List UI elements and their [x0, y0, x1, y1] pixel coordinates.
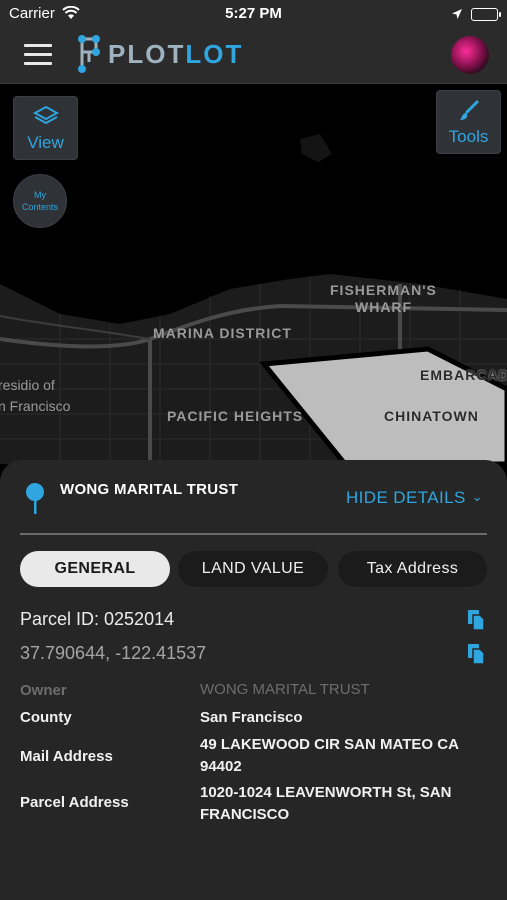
tab-tax-address[interactable]: Tax Address	[338, 551, 487, 587]
owner-title: WONG MARITAL TRUST	[60, 481, 239, 498]
hide-details-button[interactable]: HIDE DETAILS ⌄	[346, 488, 483, 508]
county-label: County	[20, 709, 72, 726]
brush-icon	[460, 100, 479, 120]
view-label: View	[27, 133, 64, 152]
county-value: San Francisco	[200, 709, 303, 726]
menu-icon[interactable]	[24, 44, 52, 66]
owner-label: Owner	[20, 682, 67, 699]
label-embarcadero: EMBARCAD	[420, 367, 507, 383]
label-san-francisco: n Francisco	[0, 398, 71, 414]
copy-coordinates-icon[interactable]	[467, 643, 485, 665]
parcel-details-panel: WONG MARITAL TRUST HIDE DETAILS ⌄ GENERAL…	[0, 460, 507, 900]
hide-details-label: HIDE DETAILS	[345, 488, 466, 507]
plotlot-logo-icon	[78, 35, 100, 73]
my-contents-button[interactable]: My Contents	[13, 174, 67, 228]
parcel-address-value: 1020-1024 LEAVENWORTH St, SAN FRANCISCO	[200, 784, 452, 823]
label-wharf: WHARF	[355, 299, 413, 315]
label-marina-district: MARINA DISTRICT	[153, 325, 292, 341]
view-button[interactable]: View	[13, 96, 78, 160]
tab-land-value[interactable]: LAND VALUE	[178, 551, 328, 587]
label-pacific-heights: PACIFIC HEIGHTS	[167, 408, 304, 424]
parcel-id: Parcel ID: 0252014	[20, 609, 175, 629]
label-fishermans-wharf: FISHERMAN'S	[330, 282, 437, 298]
battery-icon	[471, 8, 501, 21]
map-pin-icon	[26, 483, 44, 514]
details-tabs: GENERAL LAND VALUE Tax Address	[20, 551, 487, 587]
chevron-down-icon: ⌄	[471, 489, 483, 504]
plotlot-logo: PLOTLOT	[76, 34, 243, 74]
label-presidio: residio of	[0, 377, 55, 393]
copy-parcel-id-icon[interactable]	[467, 609, 485, 631]
layers-icon	[33, 105, 59, 125]
mail-address-value: 49 LAKEWOOD CIR SAN MATEO CA 94402	[200, 736, 459, 775]
app-header: PLOTLOT	[0, 28, 507, 84]
status-bar: Carrier 5:27 PM	[0, 0, 507, 28]
label-chinatown: CHINATOWN	[384, 408, 479, 424]
owner-value: WONG MARITAL TRUST	[200, 681, 370, 698]
divider	[20, 533, 487, 535]
location-arrow-icon	[451, 7, 463, 24]
mail-address-label: Mail Address	[20, 748, 113, 765]
tools-label: Tools	[448, 127, 489, 146]
tab-general[interactable]: GENERAL	[20, 551, 170, 587]
my-contents-label: My Contents	[22, 190, 59, 212]
clock: 5:27 PM	[225, 5, 282, 22]
map-view[interactable]: FISHERMAN'S WHARF MARINA DISTRICT residi…	[0, 84, 507, 464]
coordinates: 37.790644, -122.41537	[20, 643, 207, 663]
tools-button[interactable]: Tools	[436, 90, 501, 154]
parcel-address-label: Parcel Address	[20, 794, 129, 811]
user-avatar[interactable]	[451, 36, 489, 74]
